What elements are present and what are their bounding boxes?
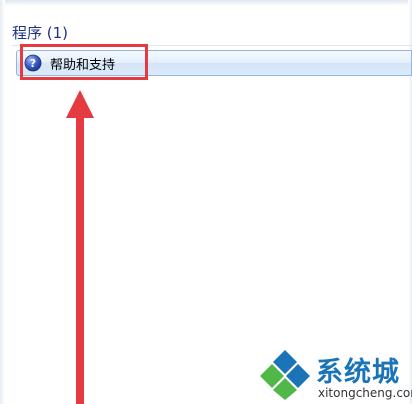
result-item-help-and-support[interactable]: ? 帮助和支持 <box>16 50 412 76</box>
start-menu-search-results: 程序 (1) ? 帮助和支持 系统城 xitongcheng.com <box>0 0 412 404</box>
panel-left-edge <box>0 0 5 404</box>
programs-group-header[interactable]: 程序 (1) <box>12 21 68 43</box>
watermark-url: xitongcheng.com <box>318 386 412 400</box>
panel-top-edge <box>0 0 412 6</box>
watermark-logo-icon <box>260 350 310 400</box>
watermark-brand: 系统城 <box>316 357 400 388</box>
svg-text:?: ? <box>30 57 36 70</box>
result-item-label: 帮助和支持 <box>50 57 116 73</box>
group-divider <box>12 45 412 46</box>
annotation-arrow-up-icon <box>66 90 94 404</box>
watermark: 系统城 xitongcheng.com <box>254 346 412 404</box>
help-question-icon: ? <box>24 54 42 72</box>
